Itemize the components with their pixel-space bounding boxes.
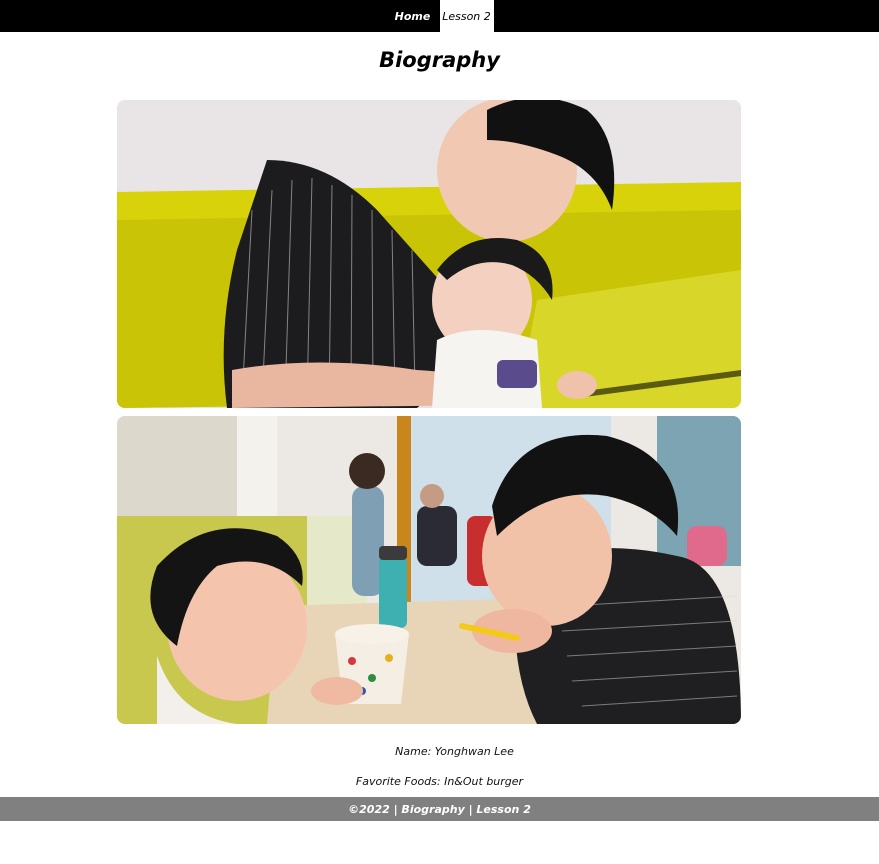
page-footer: ©2022 | Biography | Lesson 2 xyxy=(0,797,879,821)
page-title: Biography xyxy=(379,48,500,72)
bio-name: Name: Yonghwan Lee xyxy=(395,745,514,758)
photo-siblings-booth xyxy=(117,100,741,408)
footer-text: ©2022 | Biography | Lesson 2 xyxy=(348,802,531,816)
nav-lesson-2-link[interactable]: Lesson 2 xyxy=(439,0,494,32)
photo-siblings-ice-cream xyxy=(117,416,741,724)
bio-favorite-foods: Favorite Foods: In&Out burger xyxy=(355,775,524,788)
nav-home-link[interactable]: Home xyxy=(386,0,440,32)
top-nav: Home Lesson 2 xyxy=(0,0,879,32)
